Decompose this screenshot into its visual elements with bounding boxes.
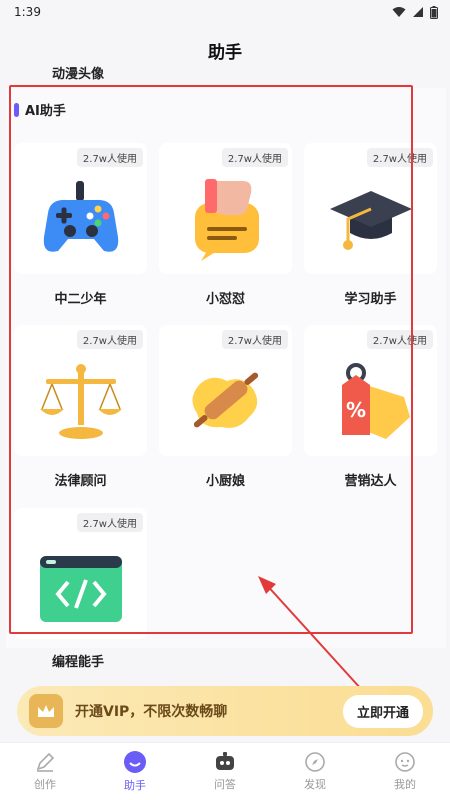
nav-discover[interactable]: 发现 — [275, 751, 355, 792]
bottom-nav: 创作 助手 问答 发现 我的 — [0, 742, 450, 800]
vip-banner[interactable]: 开通VIP，不限次数畅聊 立即开通 — [17, 686, 433, 736]
compass-icon — [305, 752, 325, 772]
section-accent-bar — [14, 102, 19, 117]
open-vip-button[interactable]: 立即开通 — [342, 694, 423, 728]
wifi-icon — [392, 7, 406, 17]
assistant-tile[interactable]: 2.7w人使用 — [304, 143, 437, 274]
tile-label: 法律顾问 — [54, 474, 107, 489]
nav-label: 发现 — [304, 778, 326, 791]
assistant-tile[interactable]: 2.7w人使用 — [14, 325, 147, 456]
usage-badge: 2.7w人使用 — [221, 148, 288, 167]
pencil-icon — [36, 752, 55, 772]
assistant-tile[interactable]: 2.7w人使用 % — [304, 325, 437, 456]
vip-promo-text: 开通VIP，不限次数畅聊 — [75, 704, 228, 720]
page-title: 助手 — [208, 43, 242, 63]
robot-icon — [216, 752, 234, 770]
status-bar: 1:39 — [0, 0, 450, 24]
usage-badge: 2.7w人使用 — [76, 330, 143, 349]
nav-label: 助手 — [124, 779, 146, 792]
section-header: AI助手 — [14, 100, 66, 119]
scales-icon — [40, 364, 122, 439]
category-anime-avatar[interactable]: 动漫头像 — [52, 63, 104, 82]
code-window-icon — [40, 556, 122, 622]
nav-label: 我的 — [394, 778, 416, 791]
status-time: 1:39 — [14, 5, 41, 19]
nav-create[interactable]: 创作 — [5, 751, 85, 792]
graduation-cap-icon — [330, 191, 412, 250]
tile-label: 学习助手 — [344, 292, 397, 307]
nav-assistant[interactable]: 助手 — [95, 750, 175, 793]
assistant-tile[interactable]: 2.7w人使用 — [14, 508, 147, 639]
section-title: AI助手 — [25, 104, 66, 119]
tile-label: 小怼怼 — [205, 292, 245, 307]
nav-label: 问答 — [214, 778, 236, 791]
nav-mine[interactable]: 我的 — [365, 751, 445, 792]
tile-label: 小厨娘 — [205, 474, 245, 489]
usage-badge: 2.7w人使用 — [366, 148, 433, 167]
usage-badge: 2.7w人使用 — [76, 148, 143, 167]
svg-text:%: % — [346, 398, 366, 422]
usage-badge: 2.7w人使用 — [366, 330, 433, 349]
battery-icon — [430, 5, 438, 19]
tile-label: 营销达人 — [344, 474, 397, 489]
usage-badge: 2.7w人使用 — [221, 330, 288, 349]
category-programmer[interactable]: 编程能手 — [52, 651, 104, 670]
crown-icon — [29, 694, 63, 728]
tile-label: 中二少年 — [54, 292, 107, 307]
face-icon — [395, 752, 415, 772]
price-tag-icon: % — [342, 363, 410, 439]
status-icons — [392, 5, 438, 19]
rolling-pin-icon — [192, 372, 259, 428]
nav-label: 创作 — [34, 778, 56, 791]
smile-icon — [124, 751, 146, 773]
nav-qa[interactable]: 问答 — [185, 751, 265, 792]
assistant-tile[interactable]: 2.7w人使用 — [159, 325, 292, 456]
usage-badge: 2.7w人使用 — [76, 513, 143, 532]
thumbs-down-icon — [195, 179, 259, 261]
signal-icon — [413, 7, 423, 17]
assistant-tile[interactable]: 2.7w人使用 — [159, 143, 292, 274]
assistant-tile[interactable]: 2.7w人使用 — [14, 143, 147, 274]
gamepad-icon — [43, 181, 119, 252]
